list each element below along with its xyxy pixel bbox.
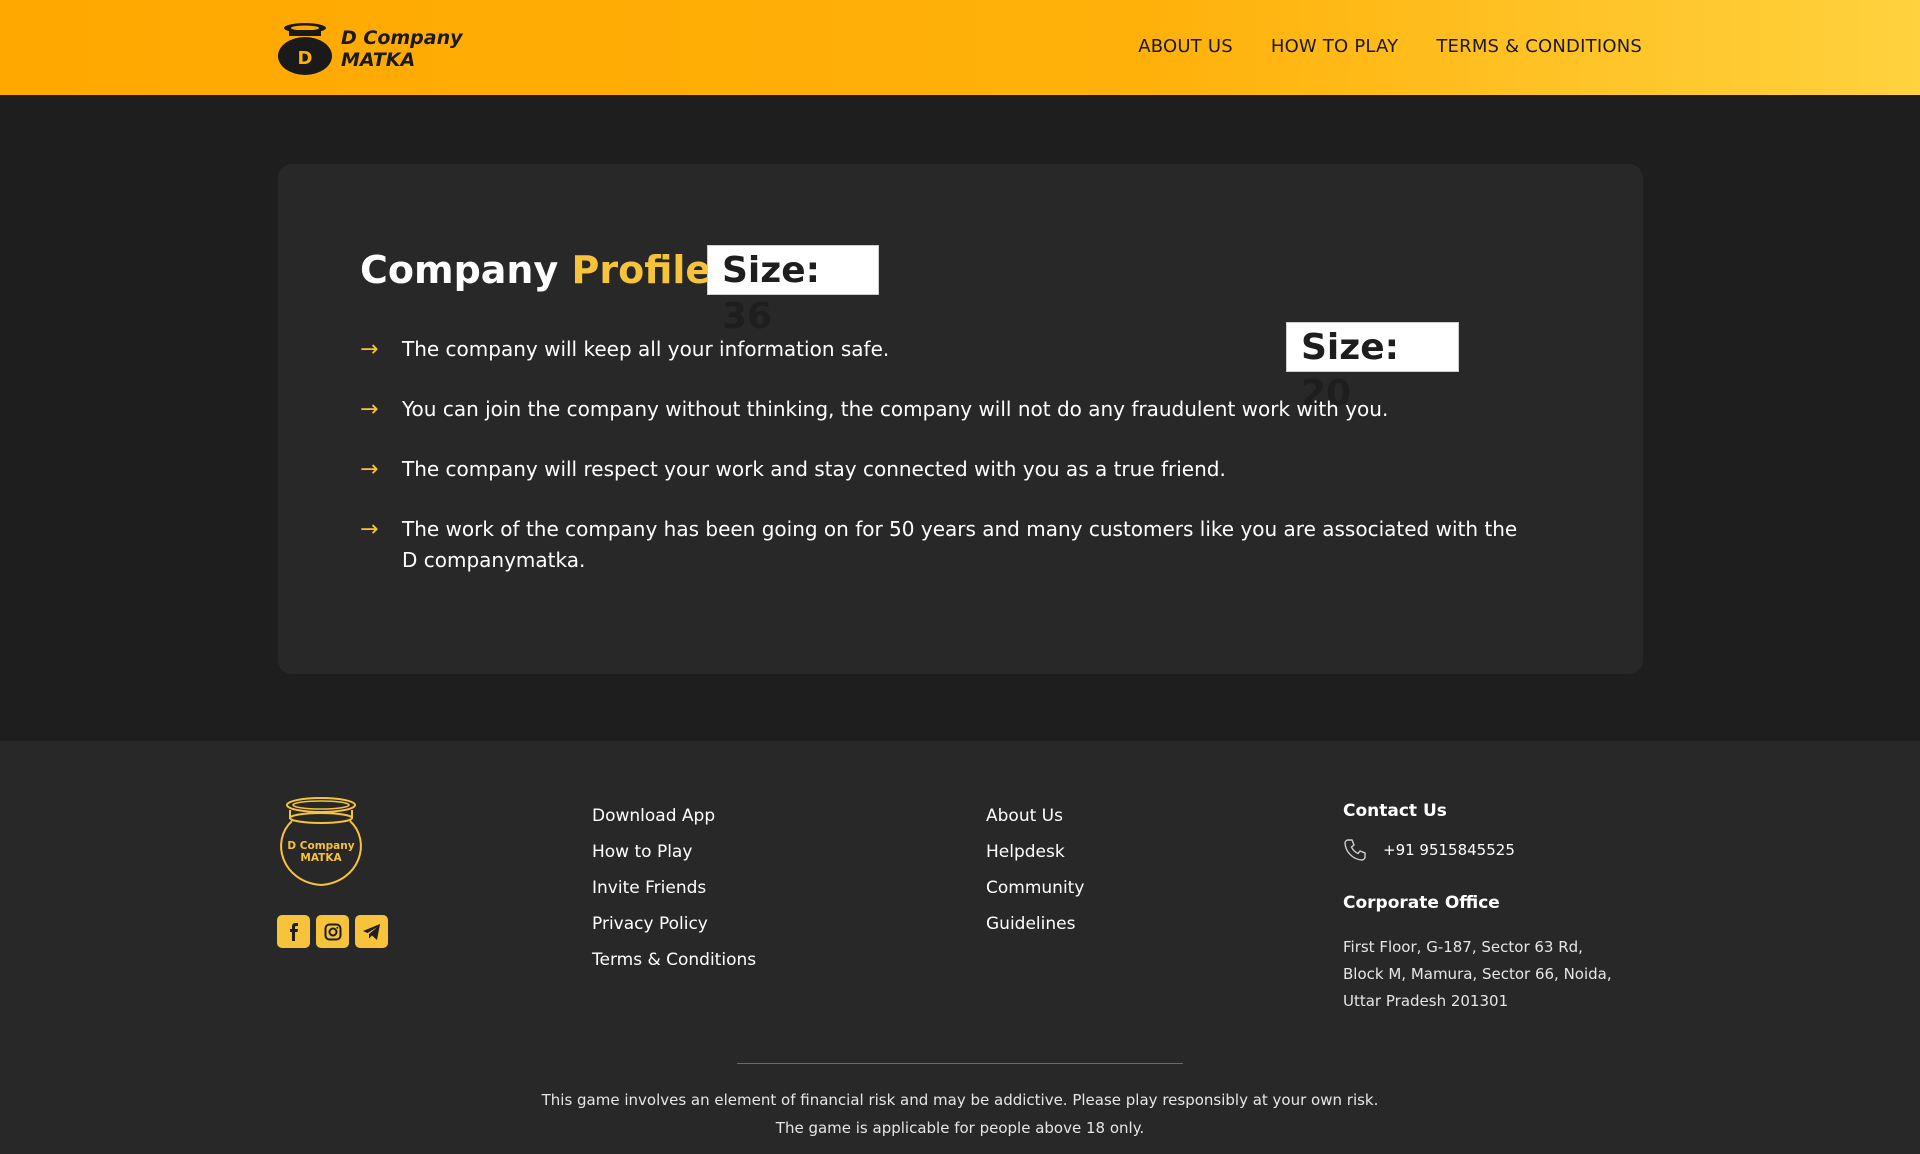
company-profile-card: Company Profile Size: 36 Size: 20 → The …	[278, 164, 1643, 674]
logo-text: D Company MATKA	[341, 27, 463, 71]
arrow-right-icon: →	[360, 337, 379, 362]
site-footer: D Company MATKA Download App How to Play…	[0, 741, 1920, 1154]
footer-divider	[737, 1063, 1183, 1064]
footer-link-community[interactable]: Community	[986, 870, 1084, 906]
disclaimer-line-1: This game involves an element of financi…	[541, 1091, 1379, 1109]
nav-terms-conditions[interactable]: TERMS & CONDITIONS	[1436, 36, 1642, 57]
phone-number: +91 9515845525	[1383, 841, 1515, 859]
list-item-text: The company will keep all your informati…	[402, 337, 890, 361]
footer-link-guidelines[interactable]: Guidelines	[986, 906, 1084, 942]
list-item: → The company will respect your work and…	[360, 454, 1560, 485]
size-badge-36: Size: 36	[707, 245, 879, 337]
svg-text:MATKA: MATKA	[300, 852, 342, 864]
address-line-2: Block M, Mamura, Sector 66, Noida,	[1343, 965, 1612, 983]
logo-line-2: MATKA	[341, 49, 416, 71]
footer-link-invite-friends[interactable]: Invite Friends	[592, 870, 756, 906]
phone-contact[interactable]: +91 9515845525	[1343, 838, 1643, 862]
arrow-right-icon: →	[360, 457, 379, 482]
social-links	[277, 915, 394, 948]
svg-text:D Company: D Company	[287, 840, 354, 852]
arrow-right-icon: →	[360, 517, 379, 542]
footer-logo[interactable]: D Company MATKA	[276, 796, 366, 888]
arrow-right-icon: →	[360, 397, 379, 422]
footer-disclaimer: This game involves an element of financi…	[0, 1086, 1920, 1142]
title-part-2: Profile	[571, 248, 712, 292]
footer-link-privacy-policy[interactable]: Privacy Policy	[592, 906, 756, 942]
nav-about-us[interactable]: ABOUT US	[1138, 36, 1233, 57]
footer-links-column-1: Download App How to Play Invite Friends …	[592, 798, 756, 978]
list-item: → The company will keep all your informa…	[360, 334, 1560, 365]
profile-points-list: → The company will keep all your informa…	[360, 334, 1560, 605]
list-item-text: You can join the company without thinkin…	[402, 397, 1389, 421]
site-logo[interactable]: D D Company MATKA	[277, 22, 463, 76]
phone-icon	[1344, 839, 1366, 861]
contact-section: Contact Us +91 9515845525 Corporate Offi…	[1343, 798, 1643, 1015]
footer-link-helpdesk[interactable]: Helpdesk	[986, 834, 1084, 870]
title-part-1: Company	[360, 248, 559, 292]
main-nav: ABOUT US HOW TO PLAY TERMS & CONDITIONS	[1100, 36, 1642, 57]
address-line-1: First Floor, G-187, Sector 63 Rd,	[1343, 938, 1583, 956]
contact-heading: Contact Us	[1343, 801, 1447, 821]
nav-how-to-play[interactable]: HOW TO PLAY	[1271, 36, 1399, 57]
instagram-icon[interactable]	[316, 915, 349, 948]
footer-link-terms-conditions[interactable]: Terms & Conditions	[592, 942, 756, 978]
footer-links-column-2: About Us Helpdesk Community Guidelines	[986, 798, 1084, 942]
footer-link-download-app[interactable]: Download App	[592, 798, 756, 834]
matka-pot-icon: D	[277, 22, 333, 76]
svg-text:D: D	[298, 48, 313, 69]
page-title: Company Profile	[360, 248, 711, 292]
footer-link-about-us[interactable]: About Us	[986, 798, 1084, 834]
telegram-icon[interactable]	[355, 915, 388, 948]
list-item: → You can join the company without think…	[360, 394, 1560, 425]
footer-link-how-to-play[interactable]: How to Play	[592, 834, 756, 870]
facebook-icon[interactable]	[277, 915, 310, 948]
disclaimer-line-2: The game is applicable for people above …	[775, 1119, 1145, 1137]
office-heading: Corporate Office	[1343, 893, 1500, 913]
top-header: D D Company MATKA ABOUT US HOW TO PLAY T…	[0, 0, 1920, 95]
office-address: First Floor, G-187, Sector 63 Rd, Block …	[1343, 934, 1643, 1015]
logo-line-1: D Company	[341, 27, 463, 49]
list-item-text: The work of the company has been going o…	[402, 517, 1518, 572]
list-item-text: The company will respect your work and s…	[402, 457, 1226, 481]
list-item: → The work of the company has been going…	[360, 514, 1560, 576]
address-line-3: Uttar Pradesh 201301	[1343, 992, 1509, 1010]
